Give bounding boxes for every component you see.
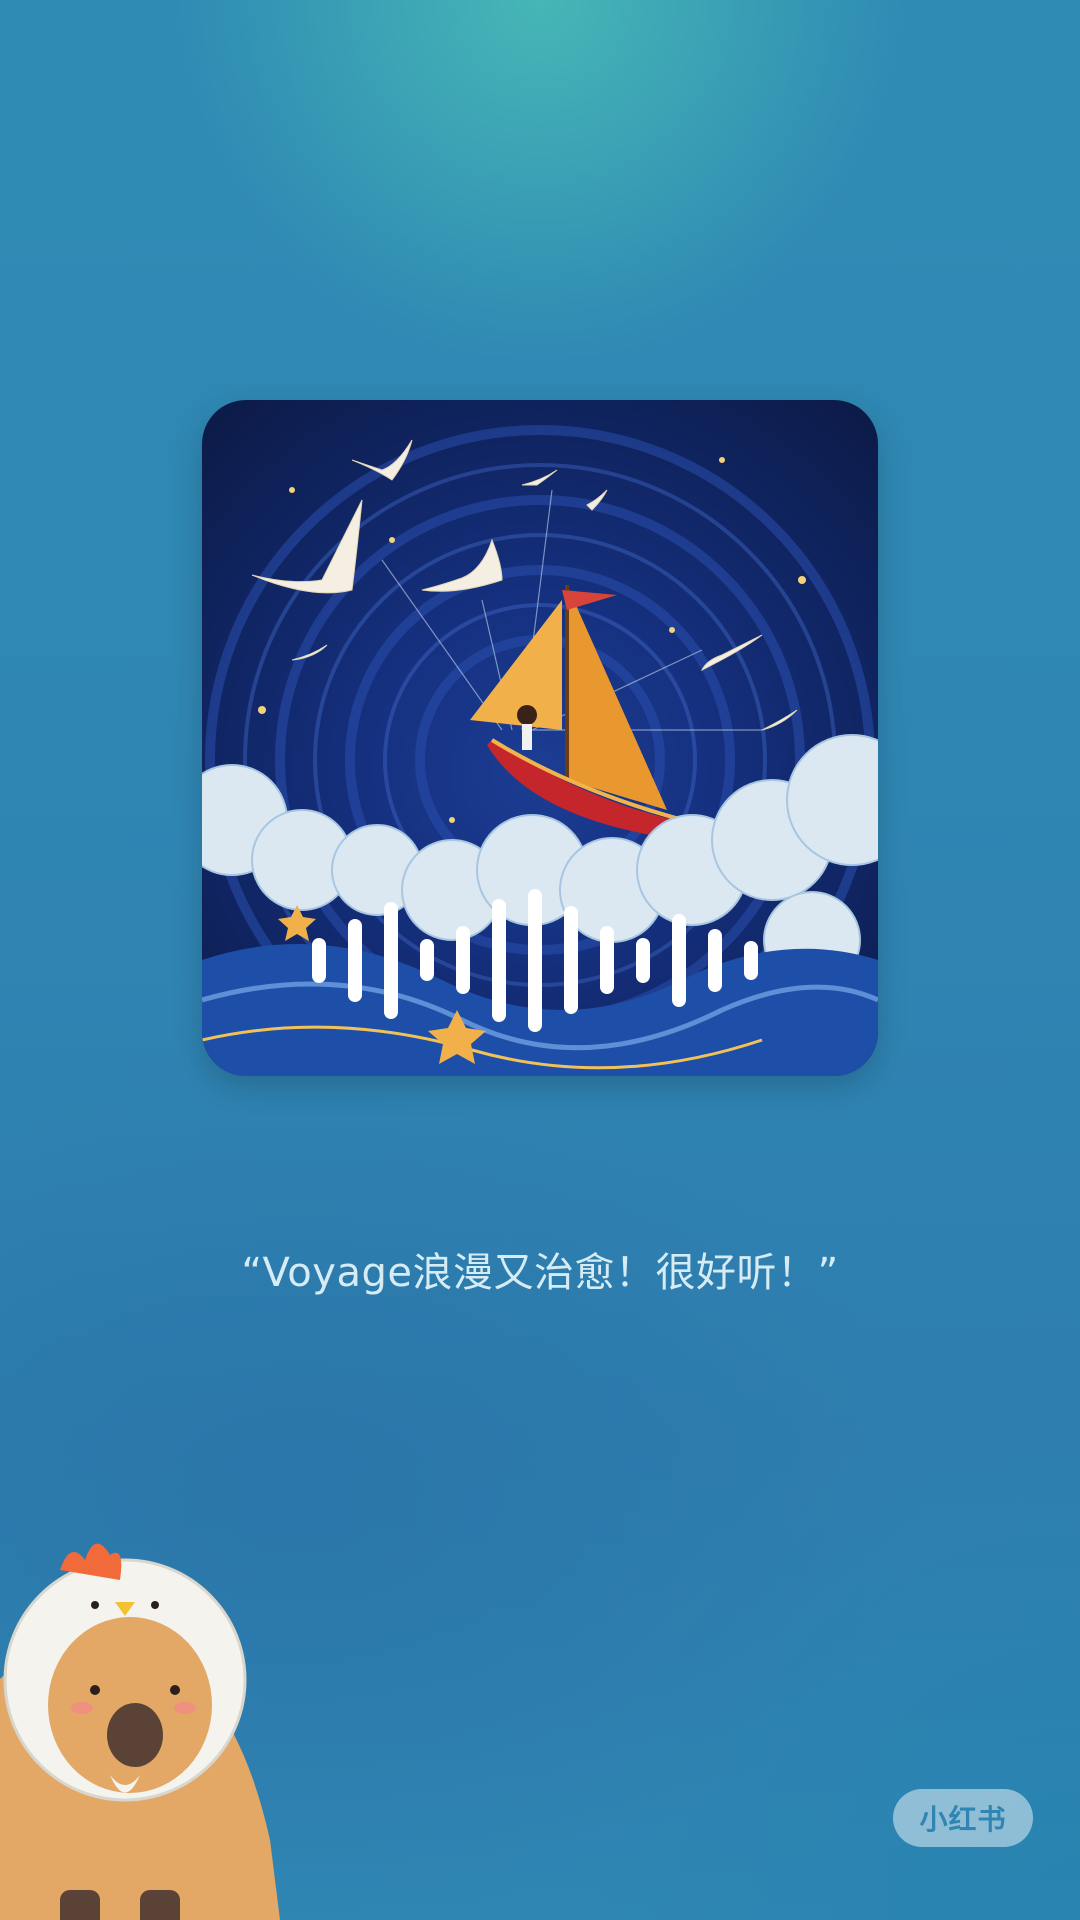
- waveform-bar: [420, 939, 434, 981]
- waveform-bar: [384, 901, 398, 1019]
- waveform-bar: [492, 898, 506, 1022]
- waveform-bar: [348, 918, 362, 1002]
- waveform-bar: [672, 913, 686, 1007]
- quote-text: “Voyage浪漫又治愈！很好听！”: [241, 1250, 839, 1296]
- waveform-bar: [564, 906, 578, 1014]
- waveform-bar: [456, 926, 470, 994]
- waveform-bar: [600, 926, 614, 994]
- waveform-bar: [312, 937, 326, 983]
- waveform-bar: [708, 928, 722, 992]
- xiaohongshu-watermark: 小红书: [893, 1789, 1033, 1847]
- audio-waveform-icon: [312, 880, 768, 1040]
- waveform-bar: [744, 940, 758, 980]
- capybara-chicken-hat-sticker: [0, 1543, 280, 1920]
- waveform-bar: [528, 888, 542, 1032]
- waveform-bar: [636, 937, 650, 983]
